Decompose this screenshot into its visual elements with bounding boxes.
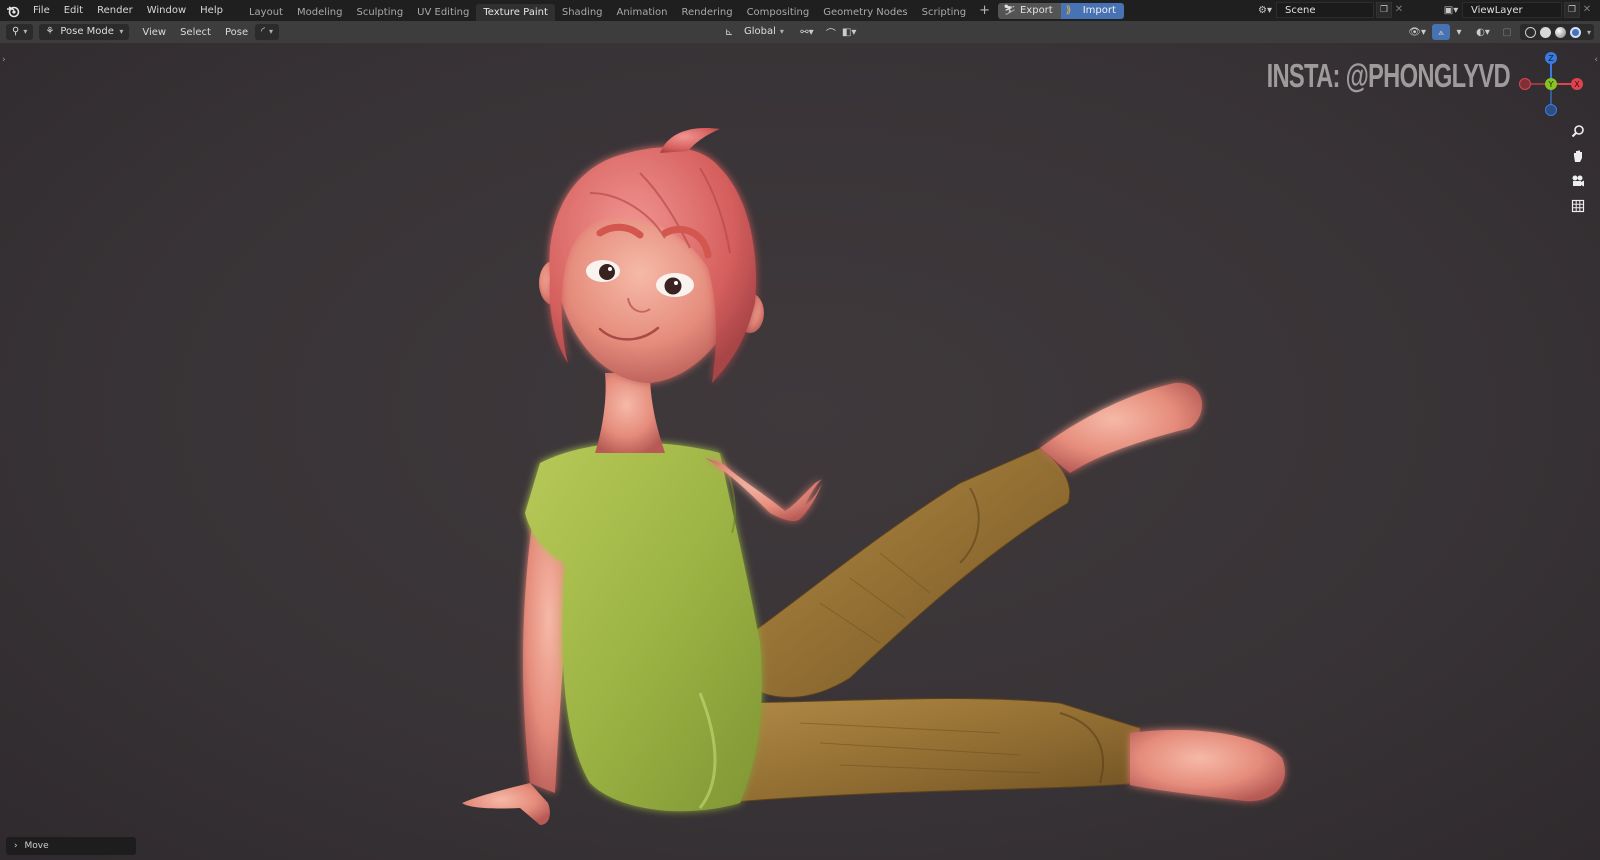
viewport-display-controls: 👁▾ ⟑ ▾ ◐▾ ▢ ▾	[1406, 24, 1594, 40]
pose-icon: ⚘	[45, 26, 55, 37]
blender-logo-icon[interactable]	[0, 0, 26, 21]
orientation-label: Global	[744, 26, 776, 37]
shading-options-icon[interactable]: ▾	[1587, 28, 1591, 37]
menu-render[interactable]: Render	[90, 0, 140, 21]
wireframe-shading-icon[interactable]	[1524, 26, 1536, 38]
orientation-icon: ⊾	[724, 26, 734, 38]
y-axis-label: Y	[1548, 80, 1554, 89]
raised-leg	[744, 382, 1202, 698]
menu-view[interactable]: View	[135, 27, 173, 38]
last-operator-panel[interactable]: › Move	[6, 837, 136, 855]
sidebar-expand-icon[interactable]: ‹	[1594, 55, 1598, 65]
menu-select[interactable]: Select	[173, 27, 218, 38]
view-layer-field[interactable]: ViewLayer	[1462, 2, 1562, 18]
snap-target-icon[interactable]: ◧▾	[840, 24, 858, 40]
view-layer-selector: ▣▾ ViewLayer ❐ ✕	[1440, 2, 1594, 18]
menu-window[interactable]: Window	[140, 0, 193, 21]
menu-file[interactable]: File	[26, 0, 57, 21]
viewport-header: ⚲ ▾ ⚘ Pose Mode ▾ View Select Pose ◜ ▾ ⊾ G…	[0, 21, 1600, 43]
pan-hand-icon[interactable]	[1566, 144, 1590, 168]
tab-sculpting[interactable]: Sculpting	[349, 4, 410, 21]
tab-modeling[interactable]: Modeling	[290, 4, 350, 21]
menu-edit[interactable]: Edit	[57, 0, 90, 21]
tab-compositing[interactable]: Compositing	[740, 4, 817, 21]
workspace-tabs: Layout Modeling Sculpting UV Editing Tex…	[242, 0, 1124, 21]
camera-view-icon[interactable]	[1566, 169, 1590, 193]
top-bar: File Edit Render Window Help Layout Mode…	[0, 0, 1600, 21]
neg-z-axis-handle[interactable]	[1545, 104, 1557, 116]
chevron-right-icon: ›	[14, 841, 18, 851]
viewport-nav-tools	[1566, 119, 1590, 219]
tab-animation[interactable]: Animation	[610, 4, 675, 21]
new-scene-icon[interactable]: ❐	[1376, 2, 1392, 18]
rendered-shading-icon[interactable]	[1569, 26, 1581, 38]
snap-icon[interactable]: ⌒	[822, 24, 840, 40]
scene-name-field[interactable]: Scene	[1276, 2, 1374, 18]
tab-uv-editing[interactable]: UV Editing	[410, 4, 476, 21]
overlay-toggle-icon[interactable]: ◐▾	[1474, 24, 1492, 40]
orientation-dropdown[interactable]: Global ▾	[738, 24, 790, 40]
delete-view-layer-icon[interactable]: ✕	[1580, 2, 1594, 18]
import-label: Import	[1082, 4, 1116, 16]
tab-shading[interactable]: Shading	[555, 4, 610, 21]
character-render	[462, 128, 1285, 825]
new-view-layer-icon[interactable]: ❐	[1564, 2, 1580, 18]
tab-geometry-nodes[interactable]: Geometry Nodes	[816, 4, 914, 21]
import-button[interactable]: ⟫ Import	[1060, 2, 1124, 19]
solid-shading-icon[interactable]	[1539, 26, 1551, 38]
pivot-icon[interactable]: ⚯▾	[798, 24, 816, 40]
zoom-icon[interactable]	[1566, 119, 1590, 143]
tab-scripting[interactable]: Scripting	[915, 4, 973, 21]
delete-scene-icon[interactable]: ✕	[1392, 2, 1406, 18]
navigation-gizmo[interactable]: Z X Y	[1516, 49, 1586, 119]
mode-label: Pose Mode	[60, 26, 114, 37]
neg-x-axis-handle[interactable]	[1519, 78, 1531, 90]
scene-selector: ⚙▾ Scene ❐ ✕	[1254, 2, 1406, 18]
grid-perspective-icon[interactable]	[1566, 194, 1590, 218]
mode-dropdown[interactable]: ⚘ Pose Mode ▾	[39, 24, 130, 40]
export-label: Export	[1019, 4, 1053, 16]
chevron-down-icon: ▾	[119, 27, 124, 36]
x-axis-label: X	[1574, 80, 1580, 89]
pose-options-dropdown[interactable]: ◜ ▾	[255, 24, 279, 40]
last-operator-label: Move	[24, 841, 49, 851]
watermark-text: INSTA: @PHONGLYVD	[1266, 57, 1511, 94]
head	[539, 128, 764, 383]
add-workspace-button[interactable]: +	[973, 0, 996, 21]
scene-icon[interactable]: ⚙▾	[1254, 2, 1276, 18]
menu-help[interactable]: Help	[193, 0, 230, 21]
material-shading-icon[interactable]	[1554, 26, 1566, 38]
export-button[interactable]: ⛷ Export	[997, 2, 1061, 19]
lower-leg	[719, 698, 1285, 804]
menu-pose[interactable]: Pose	[218, 27, 255, 38]
chevron-down-icon: ▾	[23, 27, 28, 36]
neck	[595, 373, 665, 453]
tab-texture-paint[interactable]: Texture Paint	[476, 4, 555, 21]
tab-rendering[interactable]: Rendering	[674, 4, 739, 21]
visibility-icon[interactable]: 👁▾	[1406, 24, 1428, 40]
gizmo-options-icon[interactable]: ▾	[1450, 24, 1468, 40]
editor-type-dropdown[interactable]: ⚲ ▾	[6, 24, 34, 40]
shading-modes: ▾	[1519, 24, 1594, 40]
import-icon: ⟫	[1065, 4, 1072, 16]
transform-controls: ⊾ Global ▾ ⚯▾ ⌒ ◧▾	[720, 24, 858, 40]
gizmo-toggle-icon[interactable]: ⟑	[1431, 24, 1450, 40]
chevron-down-icon: ▾	[268, 27, 273, 36]
z-axis-label: Z	[1548, 54, 1554, 63]
xray-toggle-icon[interactable]: ▢	[1498, 24, 1516, 40]
toolbar-expand-icon[interactable]: ›	[2, 55, 6, 65]
curve-icon: ◜	[261, 26, 265, 37]
view-layer-icon[interactable]: ▣▾	[1440, 2, 1462, 18]
3d-viewport[interactable]: › ‹ INSTA: @PHONGLYVD Z X Y › Move	[0, 43, 1600, 860]
export-icon: ⛷	[1002, 4, 1016, 16]
tab-layout[interactable]: Layout	[242, 4, 290, 21]
chevron-down-icon: ▾	[779, 27, 784, 36]
armature-icon: ⚲	[12, 26, 20, 37]
